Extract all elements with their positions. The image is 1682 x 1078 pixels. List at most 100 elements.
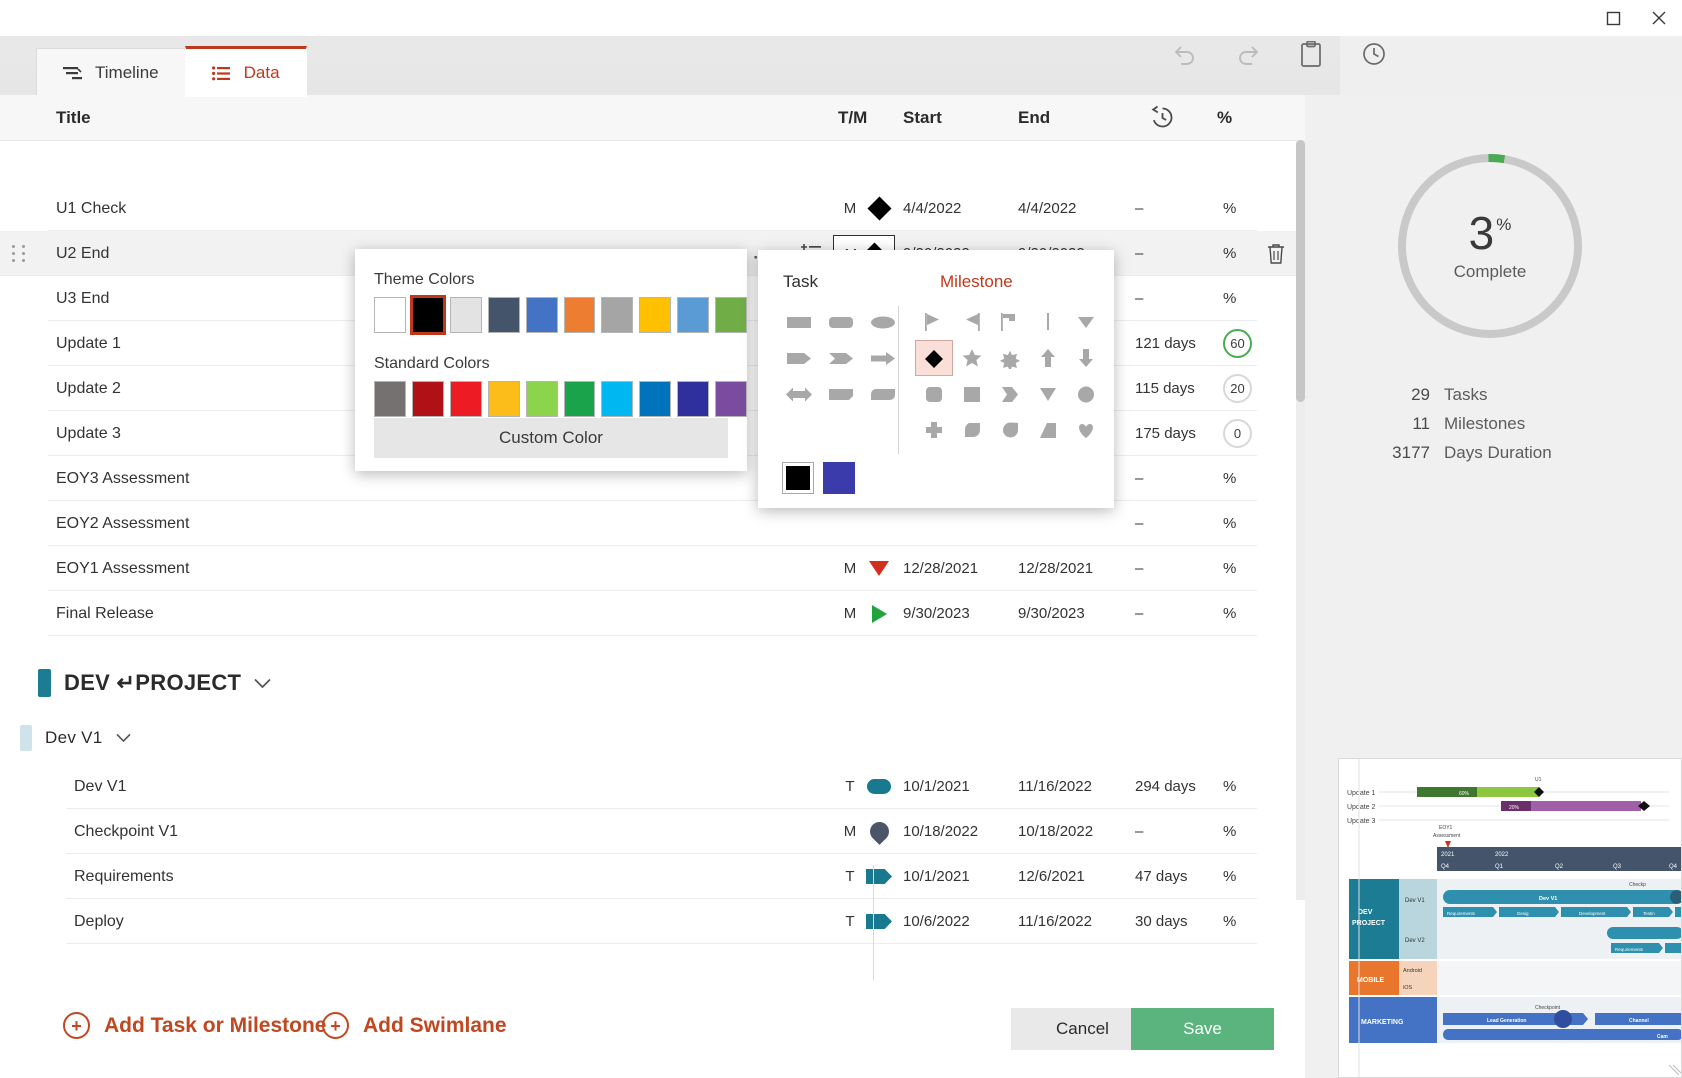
row-percent[interactable]: %	[1223, 591, 1236, 636]
shape-diamond-icon-selected[interactable]	[915, 340, 953, 376]
shape-diamond-icon[interactable]	[862, 186, 896, 231]
row-end[interactable]: 12/28/2021	[1018, 546, 1093, 591]
shape-triangle-down-icon[interactable]	[1067, 304, 1105, 340]
shape-rect-icon[interactable]	[780, 304, 818, 340]
table-row[interactable]: EOY1 Assessment M 12/28/2021 12/28/2021 …	[48, 546, 1257, 591]
shape-star-4-rounded-icon[interactable]	[991, 340, 1029, 376]
row-start[interactable]: 10/6/2022	[903, 899, 970, 944]
shape-star-5-icon[interactable]	[953, 340, 991, 376]
shape-flag-pole-left-icon[interactable]	[953, 304, 991, 340]
shape-leaf-icon[interactable]	[864, 376, 902, 412]
row-end[interactable]: 10/18/2022	[1018, 809, 1093, 854]
table-row[interactable]: U1 Check M 4/4/2022 4/4/2022 – %	[48, 186, 1257, 231]
table-row[interactable]: Requirements T 10/1/2021 12/6/2021 47 da…	[66, 854, 1257, 899]
standard-color-swatch-8[interactable]	[677, 381, 709, 417]
add-swimlane-button[interactable]: + Add Swimlane	[322, 1012, 507, 1039]
theme-color-swatch-5[interactable]	[564, 297, 596, 333]
tab-timeline[interactable]: Timeline	[36, 48, 186, 97]
color-picker-popup[interactable]: Theme Colors Standard Colors Custom Colo…	[355, 249, 747, 471]
trash-icon[interactable]	[1266, 243, 1286, 265]
redo-icon[interactable]	[1232, 38, 1264, 70]
subgroup-header[interactable]: Dev V1	[0, 712, 1305, 764]
shape-arrow-icon[interactable]	[862, 899, 896, 944]
swimlane-color-swatch[interactable]	[38, 669, 51, 697]
row-end[interactable]: 11/16/2022	[1018, 899, 1092, 944]
row-percent[interactable]: %	[1223, 456, 1236, 501]
shape-heart-icon[interactable]	[1067, 412, 1105, 448]
shape-vertical-bar-icon[interactable]	[1029, 304, 1067, 340]
row-percent[interactable]: 0	[1223, 411, 1252, 456]
shape-arrow-right-icon[interactable]	[864, 340, 902, 376]
row-percent[interactable]: %	[1223, 276, 1236, 321]
shape-chevron-right-icon[interactable]	[822, 340, 860, 376]
shape-triangle-down-small-icon[interactable]	[1029, 376, 1067, 412]
standard-color-swatch-1[interactable]	[412, 381, 444, 417]
row-end[interactable]: 4/4/2022	[1018, 186, 1076, 231]
row-percent[interactable]: %	[1223, 854, 1236, 899]
shape-flag-wave-icon[interactable]	[991, 304, 1029, 340]
clipboard-icon[interactable]	[1295, 38, 1327, 70]
shape-rounded-rect-icon[interactable]	[822, 304, 860, 340]
row-end[interactable]: 11/16/2022	[1018, 764, 1092, 809]
theme-color-swatch-1[interactable]	[412, 297, 444, 333]
standard-color-swatch-4[interactable]	[526, 381, 558, 417]
row-percent[interactable]: %	[1223, 764, 1236, 809]
table-row[interactable]: Checkpoint V1 M 10/18/2022 10/18/2022 – …	[66, 809, 1257, 854]
table-row[interactable]: Final Release M 9/30/2023 9/30/2023 – %	[48, 591, 1257, 636]
timeline-thumbnail[interactable]: Update 1 Update 2 Update 3 60% 20% U1 EO…	[1338, 758, 1682, 1078]
theme-color-swatch-9[interactable]	[715, 297, 747, 333]
row-start[interactable]: 10/1/2021	[903, 854, 970, 899]
subgroup-color-swatch[interactable]	[20, 725, 32, 751]
theme-color-swatch-6[interactable]	[601, 297, 633, 333]
shape-teardrop-icon[interactable]	[862, 809, 896, 854]
shape-parallelogram-icon[interactable]	[822, 376, 860, 412]
chevron-down-icon[interactable]	[116, 733, 131, 743]
row-start[interactable]: 10/1/2021	[903, 764, 970, 809]
shape-color-blue[interactable]	[823, 462, 855, 494]
shape-arrow-down-icon[interactable]	[1067, 340, 1105, 376]
row-percent[interactable]: %	[1223, 546, 1236, 591]
shape-arrow-icon[interactable]	[862, 854, 896, 899]
maximize-icon[interactable]	[1590, 0, 1636, 36]
shape-rounded-square-icon[interactable]	[915, 376, 953, 412]
theme-color-swatch-2[interactable]	[450, 297, 482, 333]
shape-plus-icon[interactable]	[915, 412, 953, 448]
shape-flag-pole-right-icon[interactable]	[915, 304, 953, 340]
shape-leaf-left-icon[interactable]	[953, 412, 991, 448]
shape-color-black[interactable]	[782, 462, 814, 494]
row-percent[interactable]: %	[1223, 186, 1236, 231]
row-start[interactable]: 12/28/2021	[903, 546, 978, 591]
tab-data[interactable]: Data	[185, 46, 307, 97]
standard-color-swatch-9[interactable]	[715, 381, 747, 417]
scroll-thumb[interactable]	[1296, 140, 1305, 402]
close-icon[interactable]	[1636, 0, 1682, 36]
shape-triangle-right-icon[interactable]	[862, 591, 896, 636]
shape-triangle-down-icon[interactable]	[862, 546, 896, 591]
chevron-down-icon[interactable]	[254, 678, 271, 689]
shape-arrow-up-icon[interactable]	[1029, 340, 1067, 376]
theme-color-swatch-8[interactable]	[677, 297, 709, 333]
row-start[interactable]: 10/18/2022	[903, 809, 978, 854]
row-start[interactable]: 9/30/2023	[903, 591, 970, 636]
row-percent[interactable]: %	[1223, 231, 1236, 276]
standard-color-swatch-7[interactable]	[639, 381, 671, 417]
shape-double-arrow-icon[interactable]	[780, 376, 818, 412]
shape-chevron-right-solid-icon[interactable]	[991, 376, 1029, 412]
shape-trapezoid-icon[interactable]	[1029, 412, 1067, 448]
custom-color-button[interactable]: Custom Color	[374, 418, 728, 458]
swimlane-header[interactable]: DEV ↵PROJECT	[0, 654, 1305, 712]
row-end[interactable]: 9/30/2023	[1018, 591, 1085, 636]
shape-picker-popup[interactable]: Task Milestone	[758, 250, 1114, 508]
shape-flag-right-icon[interactable]	[780, 340, 818, 376]
theme-color-swatch-0[interactable]	[374, 297, 406, 333]
row-percent[interactable]: %	[1223, 501, 1236, 546]
theme-color-swatch-3[interactable]	[488, 297, 520, 333]
save-button[interactable]: Save	[1131, 1008, 1274, 1050]
standard-color-swatch-0[interactable]	[374, 381, 406, 417]
row-percent[interactable]: 20	[1223, 366, 1252, 411]
row-percent[interactable]: %	[1223, 809, 1236, 854]
undo-icon[interactable]	[1169, 38, 1201, 70]
add-task-button[interactable]: + Add Task or Milestone	[63, 1012, 326, 1039]
table-row[interactable]: Dev V1 T 10/1/2021 11/16/2022 294 days %	[66, 764, 1257, 809]
row-percent[interactable]: %	[1223, 899, 1236, 944]
